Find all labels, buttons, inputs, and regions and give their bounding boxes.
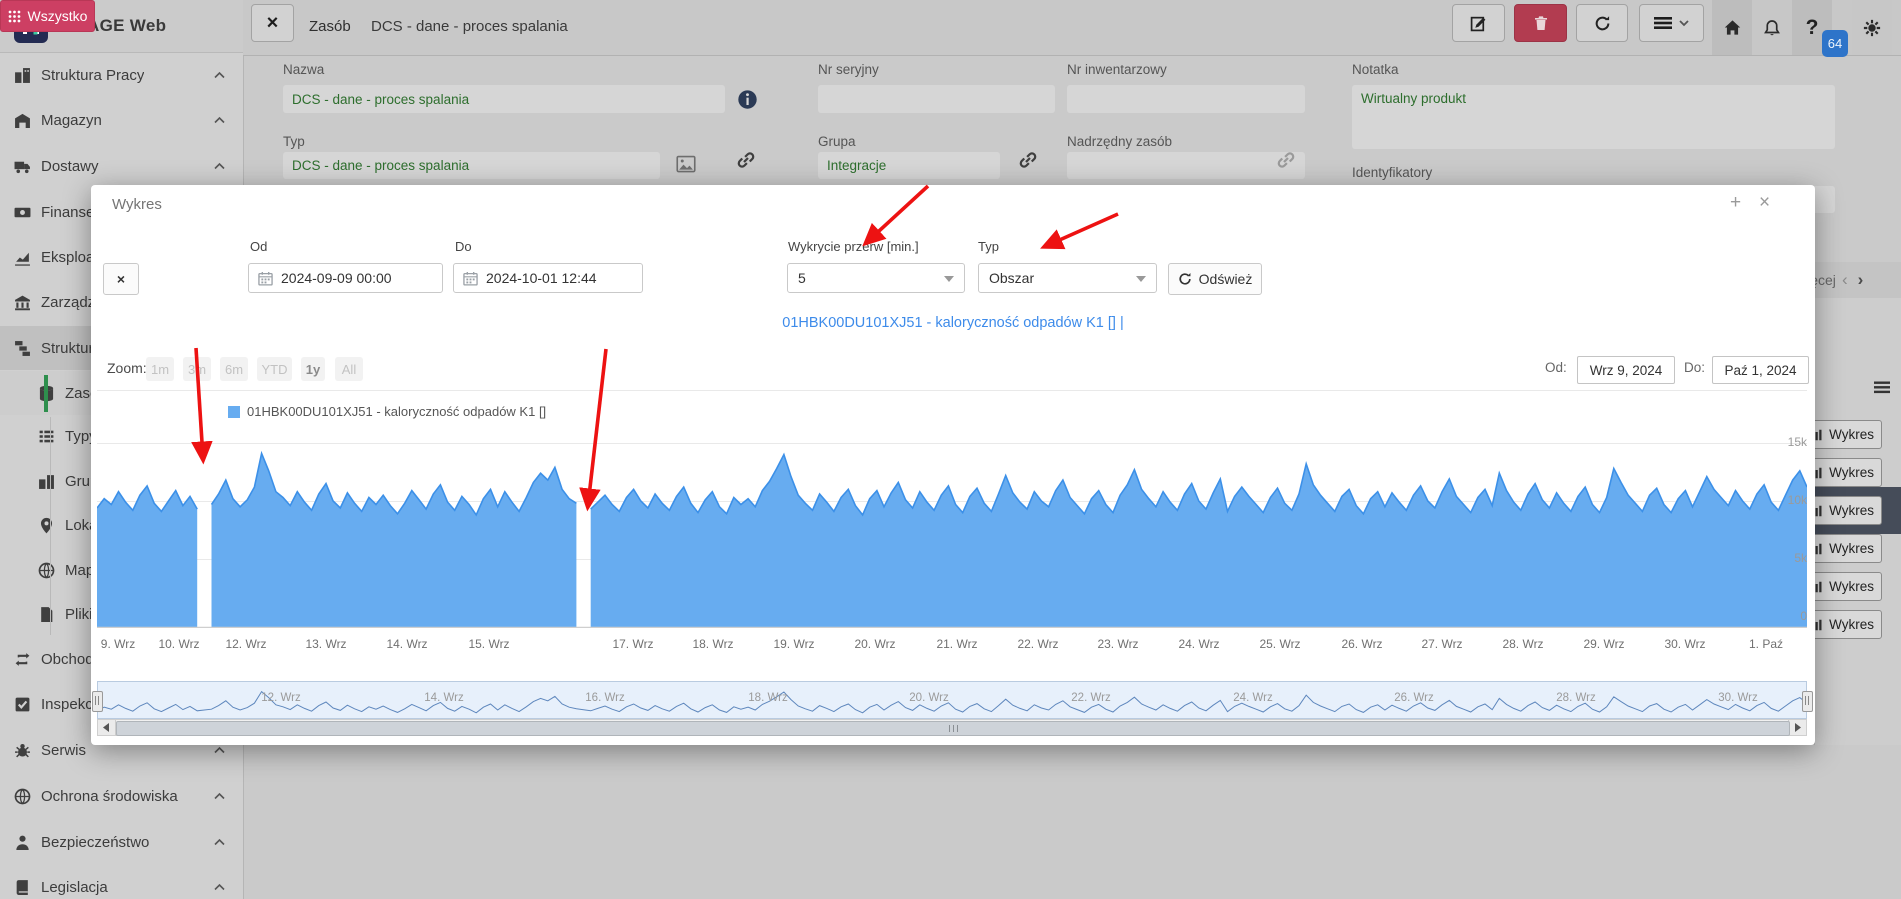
x-axis-tick: 23. Wrz bbox=[1097, 637, 1138, 651]
wszystko-button[interactable]: Wszystko bbox=[0, 0, 95, 32]
scroll-left-button[interactable] bbox=[98, 720, 116, 735]
area-chart[interactable] bbox=[97, 390, 1807, 628]
navigator-tick: 22. Wrz bbox=[1071, 692, 1110, 704]
x-axis-tick: 25. Wrz bbox=[1259, 637, 1300, 651]
range-do-input[interactable]: Paź 1, 2024 bbox=[1712, 356, 1809, 384]
typ-select-label: Typ bbox=[978, 239, 999, 254]
range-do-label: Do: bbox=[1684, 360, 1705, 375]
chart-scrollbar[interactable] bbox=[97, 719, 1807, 736]
x-axis-tick: 12. Wrz bbox=[225, 637, 266, 651]
x-axis-tick: 18. Wrz bbox=[692, 637, 733, 651]
navigator-tick: 18. Wrz bbox=[748, 692, 787, 704]
zoom-presets-label: Zoom: bbox=[107, 360, 147, 376]
navigator-tick: 20. Wrz bbox=[909, 692, 948, 704]
x-axis-tick: 13. Wrz bbox=[305, 637, 346, 651]
przerwy-select[interactable]: 5 bbox=[787, 263, 965, 293]
chevron-down-icon bbox=[944, 276, 954, 282]
navigator-tick: 12. Wrz bbox=[261, 692, 300, 704]
zoom-preset-3m[interactable]: 3m bbox=[183, 357, 211, 381]
y-axis-tick: 15k bbox=[1763, 435, 1807, 449]
przerwy-label: Wykrycie przerw [min.] bbox=[788, 239, 919, 254]
x-axis-tick: 14. Wrz bbox=[386, 637, 427, 651]
do-datetime-input[interactable]: 2024-10-01 12:44 bbox=[453, 263, 643, 293]
odswiez-label: Odśwież bbox=[1199, 271, 1253, 287]
modal-title: Wykres bbox=[112, 196, 162, 213]
x-axis-tick: 21. Wrz bbox=[936, 637, 977, 651]
navigator-chart[interactable] bbox=[97, 681, 1807, 719]
range-od-input[interactable]: Wrz 9, 2024 bbox=[1577, 356, 1675, 384]
przerwy-value: 5 bbox=[798, 270, 806, 286]
navigator-left-handle[interactable] bbox=[92, 691, 103, 712]
x-axis-tick: 19. Wrz bbox=[773, 637, 814, 651]
y-axis-tick: 5k bbox=[1763, 551, 1807, 565]
navigator-tick: 26. Wrz bbox=[1394, 692, 1433, 704]
x-axis-tick: 22. Wrz bbox=[1017, 637, 1058, 651]
series-link[interactable]: 01HBK00DU101XJ51 - kaloryczność odpadów … bbox=[91, 315, 1815, 331]
zoom-preset-all[interactable]: All bbox=[335, 357, 363, 381]
od-label: Od bbox=[250, 239, 267, 254]
y-axis-tick: 0 bbox=[1763, 609, 1807, 623]
modal-clear-button[interactable]: × bbox=[103, 263, 139, 295]
calendar-icon bbox=[258, 271, 273, 286]
x-axis-tick: 10. Wrz bbox=[158, 637, 199, 651]
modal-close-icon[interactable]: × bbox=[1759, 193, 1770, 212]
odswiez-button[interactable]: Odśwież bbox=[1168, 263, 1262, 295]
chevron-down-icon bbox=[1136, 276, 1146, 282]
navigator-tick: 24. Wrz bbox=[1233, 692, 1272, 704]
close-icon: × bbox=[117, 271, 125, 287]
do-label: Do bbox=[455, 239, 472, 254]
x-axis-tick: 24. Wrz bbox=[1178, 637, 1219, 651]
scrollbar-thumb[interactable] bbox=[116, 721, 1790, 736]
range-od-label: Od: bbox=[1545, 360, 1567, 375]
x-axis-tick: 28. Wrz bbox=[1502, 637, 1543, 651]
zoom-preset-1y[interactable]: 1y bbox=[301, 357, 325, 381]
x-axis-tick: 27. Wrz bbox=[1421, 637, 1462, 651]
x-axis-tick: 9. Wrz bbox=[101, 637, 135, 651]
navigator-tick: 14. Wrz bbox=[424, 692, 463, 704]
x-axis-tick: 1. Paź bbox=[1749, 637, 1783, 651]
navigator-right-handle[interactable] bbox=[1802, 691, 1813, 712]
navigator-tick: 16. Wrz bbox=[585, 692, 624, 704]
x-axis-tick: 20. Wrz bbox=[854, 637, 895, 651]
do-value: 2024-10-01 12:44 bbox=[486, 270, 597, 286]
typ-select-value: Obszar bbox=[989, 270, 1034, 286]
od-value: 2024-09-09 00:00 bbox=[281, 270, 392, 286]
od-datetime-input[interactable]: 2024-09-09 00:00 bbox=[248, 263, 443, 293]
zoom-preset-1m[interactable]: 1m bbox=[146, 357, 174, 381]
navigator-tick: 30. Wrz bbox=[1718, 692, 1757, 704]
chart-modal: Wykres + × × Wszystko Od 2024-09-09 00:0… bbox=[0, 0, 1901, 899]
calendar-icon bbox=[463, 271, 478, 286]
navigator-tick: 28. Wrz bbox=[1556, 692, 1595, 704]
y-axis-tick: 10k bbox=[1763, 493, 1807, 507]
x-axis-tick: 17. Wrz bbox=[612, 637, 653, 651]
grid-icon bbox=[8, 10, 21, 23]
typ-select[interactable]: Obszar bbox=[978, 263, 1157, 293]
refresh-icon bbox=[1178, 272, 1192, 286]
app-root: AMAGE Web Struktura PracyMagazynDostawyF… bbox=[0, 0, 1901, 899]
x-axis-tick: 15. Wrz bbox=[468, 637, 509, 651]
modal-maximize-icon[interactable]: + bbox=[1730, 193, 1741, 212]
wszystko-label: Wszystko bbox=[28, 8, 88, 24]
x-axis-tick: 30. Wrz bbox=[1664, 637, 1705, 651]
x-axis-tick: 26. Wrz bbox=[1341, 637, 1382, 651]
zoom-preset-6m[interactable]: 6m bbox=[220, 357, 248, 381]
zoom-preset-ytd[interactable]: YTD bbox=[257, 357, 292, 381]
x-axis-tick: 29. Wrz bbox=[1583, 637, 1624, 651]
scroll-right-button[interactable] bbox=[1788, 720, 1806, 735]
